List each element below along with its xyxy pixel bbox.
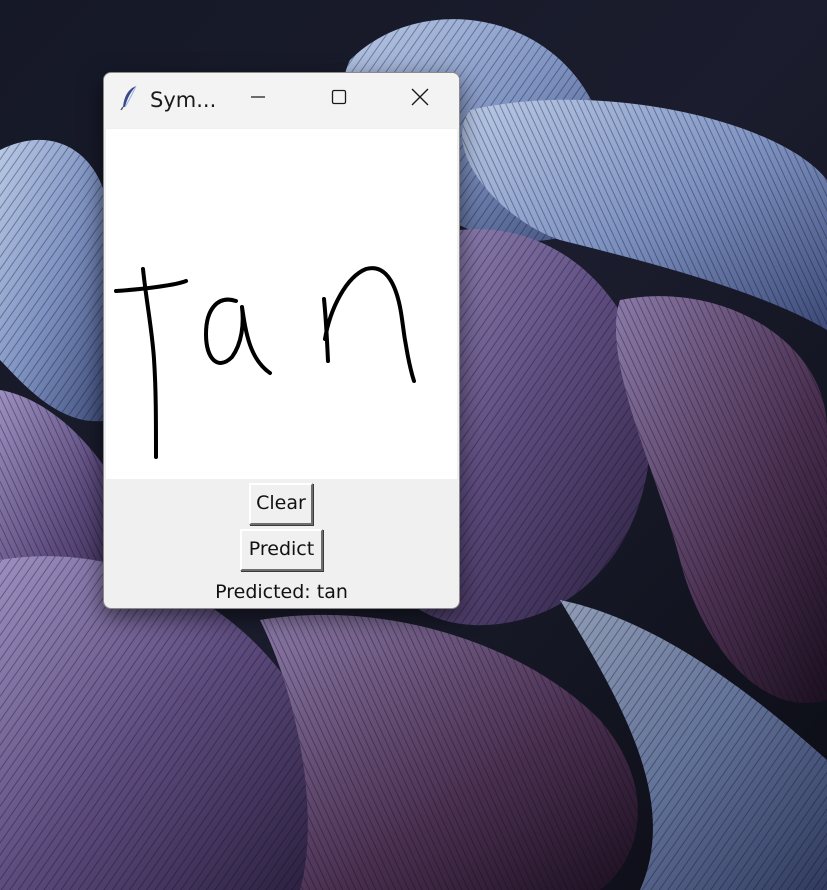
close-icon	[411, 88, 429, 106]
maximize-icon	[331, 89, 347, 105]
close-button[interactable]	[396, 73, 444, 121]
minimize-button[interactable]	[234, 73, 282, 121]
window-title: Sym...	[150, 88, 217, 112]
title-bar[interactable]: Sym...	[104, 73, 459, 128]
clear-button[interactable]: Clear	[249, 483, 313, 525]
app-window: Sym... Clear Predict Predicted: tan	[103, 72, 460, 609]
handwritten-strokes	[114, 266, 416, 459]
prediction-label: Predicted: tan	[215, 581, 348, 603]
drawing-canvas[interactable]	[106, 129, 457, 479]
feather-icon	[119, 85, 141, 111]
maximize-button[interactable]	[315, 73, 363, 121]
predict-button[interactable]: Predict	[240, 529, 323, 571]
minimize-icon	[250, 89, 266, 105]
